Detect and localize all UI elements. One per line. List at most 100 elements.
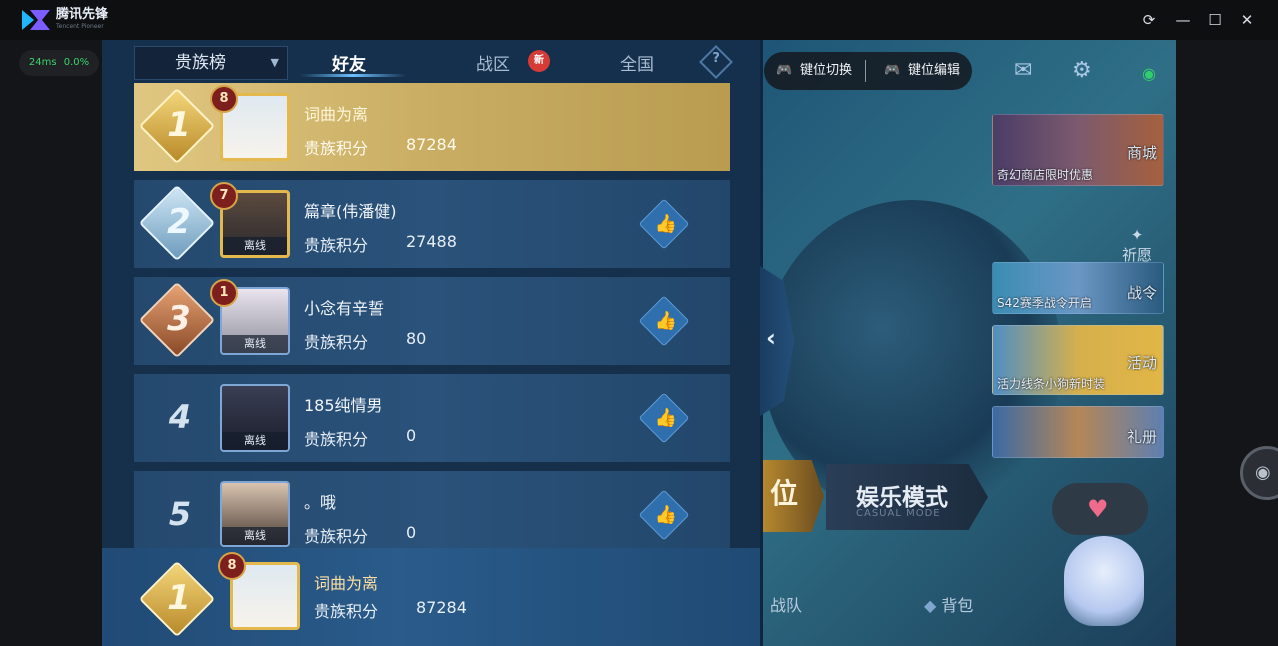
help-icon: ? — [712, 51, 720, 67]
score-label: 贵族积分 — [304, 139, 369, 158]
promo-side-label: 商城 — [1126, 143, 1157, 162]
wish-button[interactable]: ✦ 祈愿 — [1122, 226, 1152, 265]
tencent-pioneer-logo-icon — [22, 10, 50, 30]
ranked-mode-button[interactable]: 位 — [762, 460, 824, 532]
settings-gear-icon[interactable]: ⚙ — [1072, 58, 1092, 83]
ranking-row[interactable]: 1 8 词曲为离 贵族积分 87284 — [134, 83, 730, 171]
player-name: 词曲为离 — [314, 574, 379, 593]
rank-number: 1 — [167, 578, 191, 618]
key-edit-button[interactable]: 键位编辑 — [908, 63, 960, 79]
like-button[interactable]: 👍 — [638, 392, 690, 444]
score-value: 0 — [406, 426, 417, 445]
right-margin — [1176, 40, 1278, 646]
board-select[interactable]: 贵族榜 ▼ — [134, 46, 288, 80]
offline-label: 离线 — [222, 527, 288, 545]
mail-icon[interactable]: ✉ — [1014, 58, 1032, 83]
offline-label: 离线 — [222, 432, 288, 450]
new-badge: 新 — [528, 50, 550, 72]
level-badge: 1 — [210, 279, 238, 307]
key-mapping-bar: 🎮 键位切换 🎮 键位编辑 — [764, 52, 972, 90]
active-tab-indicator — [300, 74, 406, 77]
latency-value: 24ms — [28, 57, 57, 68]
pet-character[interactable] — [1064, 536, 1144, 626]
promo-caption: 奇幻商店限时优惠 — [997, 168, 1094, 182]
left-margin — [0, 40, 102, 646]
tab-friends[interactable]: 好友 — [332, 50, 366, 75]
wish-icon: ✦ — [1130, 226, 1144, 244]
promo-caption: S42赛季战令开启 — [997, 296, 1092, 310]
score-value: 87284 — [416, 598, 467, 617]
casual-mode-button[interactable]: 娱乐模式 CASUAL MODE — [826, 464, 988, 530]
thumbs-up-icon: 👍 — [654, 310, 678, 332]
board-select-value: 贵族榜 — [175, 53, 226, 73]
gamepad-icon: 🎮 — [776, 63, 793, 78]
rank-number: 3 — [167, 299, 191, 339]
loss-value: 0.0% — [63, 57, 90, 68]
promo-side-label: 战令 — [1126, 284, 1157, 302]
mode-sublabel: CASUAL MODE — [856, 508, 941, 519]
close-icon[interactable]: ✕ — [1235, 8, 1259, 32]
rank-number: 5 — [168, 495, 192, 533]
bag-label: 背包 — [941, 596, 974, 615]
promo-battlepass[interactable]: S42赛季战令开启 战令 — [992, 262, 1164, 314]
promo-event[interactable]: 活力线条小狗新时装 活动 — [992, 325, 1164, 395]
ranking-tabs: 贵族榜 ▼ 好友 战区 新 全国 ? — [102, 40, 760, 84]
game-viewport: 🎮 键位切换 🎮 键位编辑 ✉ ⚙ ◉ 奇幻商店限时优惠 商城 ✦ 祈愿 S42… — [102, 40, 1176, 646]
brand-name: 腾讯先锋 — [56, 7, 109, 22]
my-ranking-row: 1 8 词曲为离 贵族积分 87284 — [102, 548, 760, 646]
rank-number: 4 — [168, 398, 192, 436]
refresh-icon[interactable]: ⟳ — [1137, 8, 1161, 32]
score-label: 贵族积分 — [314, 602, 379, 621]
thumbs-up-icon: 👍 — [654, 504, 678, 526]
minimize-icon[interactable]: — — [1171, 8, 1195, 32]
divider — [865, 60, 866, 82]
score-value: 87284 — [406, 135, 457, 154]
promo-side-label: 礼册 — [1126, 428, 1157, 446]
brand-subtitle: Tencent Pioneer — [56, 23, 104, 30]
score-label: 贵族积分 — [304, 430, 369, 449]
thumbs-up-icon: 👍 — [654, 213, 678, 235]
player-name: 小念有辛誓 — [304, 299, 385, 318]
heart-icon: ♥ — [1087, 495, 1109, 523]
rank-number: 1 — [167, 105, 191, 145]
like-button[interactable]: 👍 — [638, 295, 690, 347]
ranking-row[interactable]: 5 离线 。哦 贵族积分 0 👍 — [134, 471, 730, 548]
mode-label: 位 — [770, 477, 799, 510]
promo-giftbook[interactable]: 礼册 — [992, 406, 1164, 458]
chevron-left-icon: ‹ — [766, 324, 776, 352]
bag-button[interactable]: ◆ 背包 — [924, 592, 973, 616]
promo-shop[interactable]: 奇幻商店限时优惠 商城 — [992, 114, 1164, 186]
player-name: 。哦 — [304, 493, 337, 512]
app-window: 腾讯先锋 Tencent Pioneer ⟳ — ☐ ✕ 24ms 0.0% 🎮… — [0, 0, 1278, 646]
ranking-row[interactable]: 3 离线 1 小念有辛誓 贵族积分 80 👍 — [134, 277, 730, 365]
player-name: 词曲为离 — [304, 105, 369, 124]
tab-national[interactable]: 全国 — [620, 50, 654, 75]
promo-side-label: 活动 — [1126, 353, 1157, 372]
ranking-row[interactable]: 2 离线 7 篇章(伟潘健) 贵族积分 27488 👍 — [134, 180, 730, 268]
ranking-row[interactable]: 4 离线 185纯情男 贵族积分 0 👍 — [134, 374, 730, 462]
network-status: 24ms 0.0% — [19, 50, 99, 76]
score-label: 贵族积分 — [304, 527, 369, 546]
score-value: 0 — [406, 523, 417, 542]
help-button[interactable]: ? — [699, 45, 733, 79]
avatar[interactable]: 离线 — [220, 384, 290, 452]
tab-region[interactable]: 战区 — [476, 50, 510, 75]
eye-icon: ◉ — [1255, 462, 1271, 483]
title-bar: 腾讯先锋 Tencent Pioneer ⟳ — ☐ ✕ — [0, 0, 1278, 40]
player-name: 185纯情男 — [304, 396, 383, 415]
key-switch-button[interactable]: 键位切换 — [800, 63, 852, 79]
score-value: 80 — [406, 329, 427, 348]
level-badge: 8 — [210, 85, 238, 113]
thumbs-up-icon: 👍 — [654, 407, 678, 429]
level-badge: 8 — [218, 552, 246, 580]
offline-label: 离线 — [223, 237, 287, 255]
wifi-signal-icon: ◉ — [1142, 64, 1156, 83]
player-name: 篇章(伟潘健) — [304, 202, 397, 221]
like-button[interactable]: 👍 — [638, 489, 690, 541]
team-button[interactable]: 战队 — [770, 592, 802, 616]
avatar[interactable]: 离线 — [220, 481, 290, 547]
bag-icon: ◆ — [924, 596, 942, 615]
ranking-panel: 贵族榜 ▼ 好友 战区 新 全国 ? 1 8 词曲为离 贵族积分 87284 2… — [102, 40, 760, 646]
like-button[interactable]: 👍 — [638, 198, 690, 250]
maximize-icon[interactable]: ☐ — [1203, 8, 1227, 32]
